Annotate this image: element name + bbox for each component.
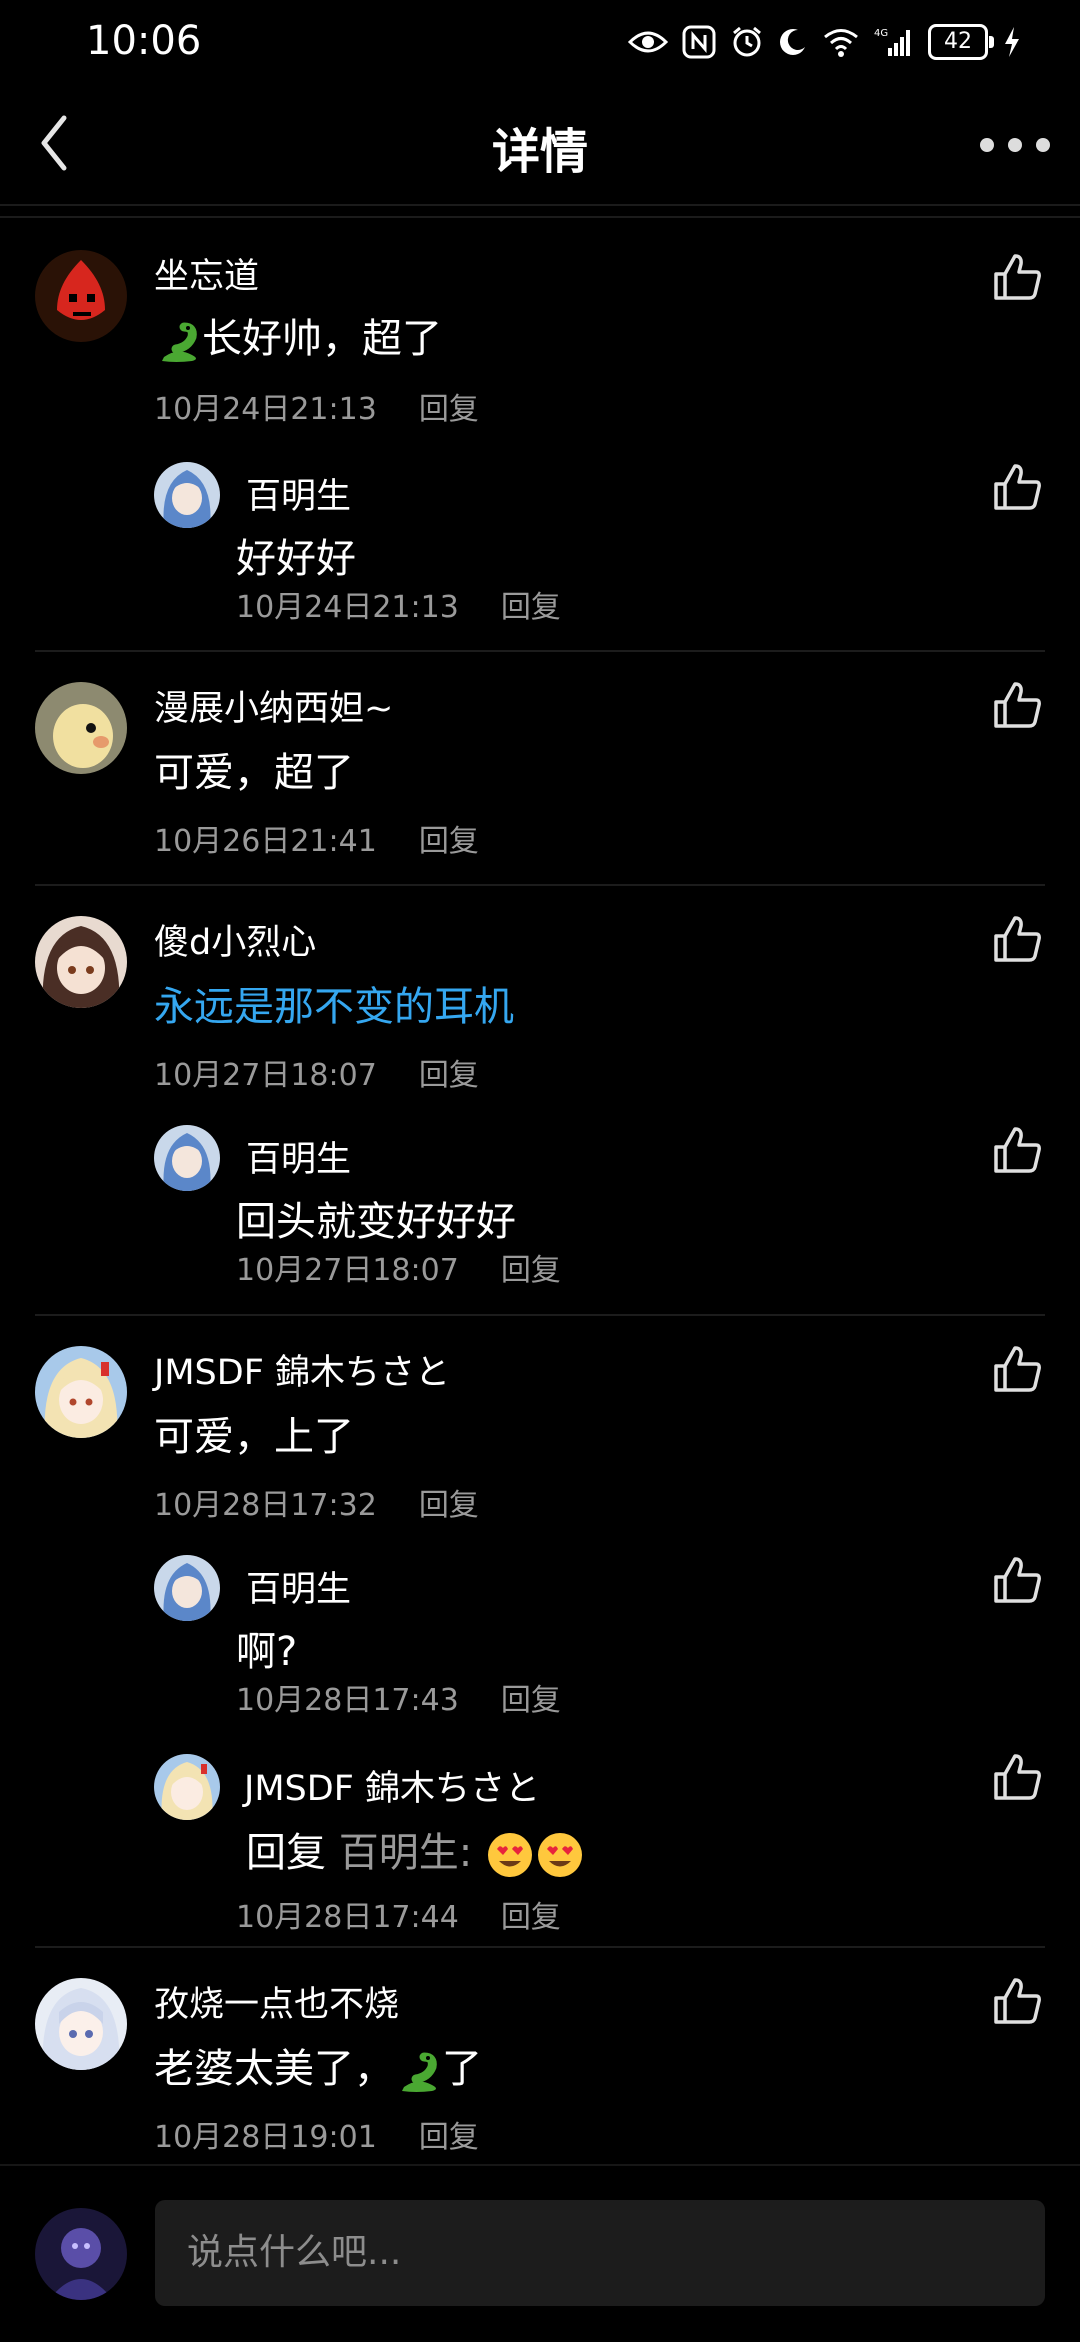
comment-author[interactable]: 百明生 bbox=[246, 468, 351, 519]
more-icon[interactable] bbox=[980, 120, 1050, 170]
divider bbox=[35, 650, 1045, 652]
comment-meta: 10月27日18:07 回复 bbox=[154, 1050, 479, 1094]
reply-prefix: 回复 bbox=[246, 1830, 326, 1876]
avatar[interactable] bbox=[35, 1346, 127, 1438]
comment-author[interactable]: 傻d小烈心 bbox=[154, 914, 316, 965]
signal-icon: 4G bbox=[874, 28, 910, 56]
comment-author[interactable]: 孜烧一点也不烧 bbox=[154, 1976, 399, 2027]
status-bar: 10:06 4G 42 bbox=[0, 0, 1080, 84]
snake-emoji bbox=[402, 2052, 437, 2092]
like-icon[interactable] bbox=[990, 250, 1044, 304]
avatar[interactable] bbox=[35, 682, 127, 774]
comment-meta: 10月24日21:13 回复 bbox=[236, 582, 561, 626]
reply-button[interactable]: 回复 bbox=[419, 1058, 479, 1093]
comment-text-a: 老婆太美了， bbox=[154, 2046, 394, 2092]
my-avatar[interactable] bbox=[35, 2208, 127, 2300]
avatar[interactable] bbox=[154, 1125, 220, 1191]
comment-meta: 10月26日21:41 回复 bbox=[154, 816, 479, 860]
comment-date: 10月26日21:41 bbox=[154, 824, 377, 859]
like-icon[interactable] bbox=[990, 1750, 1044, 1804]
nav-bar: 详情 bbox=[0, 84, 1080, 206]
comment-meta: 10月24日21:13 回复 bbox=[154, 384, 479, 428]
divider bbox=[35, 1946, 1045, 1948]
comment-text-body: 长好帅，超了 bbox=[202, 316, 442, 362]
comment-author[interactable]: 百明生 bbox=[246, 1131, 351, 1182]
comment-date: 10月24日21:13 bbox=[236, 590, 459, 625]
comment-meta: 10月28日17:43 回复 bbox=[236, 1675, 561, 1719]
like-icon[interactable] bbox=[990, 1974, 1044, 2028]
divider bbox=[35, 1314, 1045, 1316]
comment-text: 可爱，超了 bbox=[154, 750, 354, 796]
charging-icon bbox=[1005, 27, 1019, 57]
comment-meta: 10月28日17:44 回复 bbox=[236, 1892, 561, 1936]
page-title: 详情 bbox=[491, 124, 588, 180]
comment-author[interactable]: 漫展小纳西妲~ bbox=[154, 680, 393, 731]
comment-date: 10月28日17:43 bbox=[236, 1683, 459, 1718]
status-icons: 4G 42 bbox=[628, 20, 1022, 64]
comment-text[interactable]: 永远是那不变的耳机 bbox=[154, 974, 514, 1032]
comment-list: 坐忘道 长好帅，超了 10月24日21:13 回复 百明生 好好好 10月24日2… bbox=[0, 216, 1080, 2164]
comment-author[interactable]: JMSDF 錦木ちさと bbox=[154, 1344, 450, 1395]
avatar[interactable] bbox=[154, 1555, 220, 1621]
comment-text: 回头就变好好好 bbox=[236, 1199, 516, 1245]
avatar[interactable] bbox=[35, 250, 127, 342]
divider bbox=[0, 216, 1080, 218]
comment-text: 回复 百明生: bbox=[246, 1820, 585, 1880]
heart-eyes-emoji bbox=[487, 1833, 532, 1877]
comment-author[interactable]: 坐忘道 bbox=[154, 248, 259, 299]
avatar[interactable] bbox=[35, 1978, 127, 2070]
comment-author[interactable]: JMSDF 錦木ちさと bbox=[244, 1760, 540, 1811]
snake-emoji bbox=[162, 322, 197, 362]
wifi-icon bbox=[824, 29, 858, 57]
like-icon[interactable] bbox=[990, 678, 1044, 732]
like-icon[interactable] bbox=[990, 1553, 1044, 1607]
avatar[interactable] bbox=[154, 462, 220, 528]
reply-button[interactable]: 回复 bbox=[501, 1900, 561, 1935]
comment-text: 好好好 bbox=[236, 536, 356, 582]
comment-text: 啊? bbox=[236, 1629, 298, 1675]
comment-text: 可爱，上了 bbox=[154, 1414, 354, 1460]
comment-meta: 10月28日19:01 回复 bbox=[154, 2112, 479, 2156]
comment-date: 10月28日19:01 bbox=[154, 2120, 377, 2155]
status-time: 10:06 bbox=[86, 18, 202, 64]
reply-button[interactable]: 回复 bbox=[419, 2120, 479, 2155]
avatar[interactable] bbox=[154, 1754, 220, 1820]
comment-text: 长好帅，超了 bbox=[154, 306, 442, 365]
reply-button[interactable]: 回复 bbox=[419, 392, 479, 427]
comment-input[interactable]: 说点什么吧... bbox=[155, 2200, 1045, 2306]
like-icon[interactable] bbox=[990, 1342, 1044, 1396]
like-icon[interactable] bbox=[990, 1123, 1044, 1177]
alarm-icon bbox=[733, 26, 761, 57]
comment-text: 老婆太美了， 了 bbox=[154, 2036, 482, 2095]
comment-text-b: 了 bbox=[442, 2046, 482, 2092]
svg-text:4G: 4G bbox=[874, 28, 888, 39]
moon-icon bbox=[780, 29, 805, 55]
like-icon[interactable] bbox=[990, 912, 1044, 966]
nfc-icon bbox=[682, 25, 716, 59]
comment-author[interactable]: 百明生 bbox=[246, 1561, 351, 1612]
reply-button[interactable]: 回复 bbox=[419, 1488, 479, 1523]
battery-icon: 42 bbox=[928, 24, 994, 60]
comment-date: 10月28日17:44 bbox=[236, 1900, 459, 1935]
comment-date: 10月27日18:07 bbox=[154, 1058, 377, 1093]
comment-date: 10月24日21:13 bbox=[154, 392, 377, 427]
comment-date: 10月27日18:07 bbox=[236, 1253, 459, 1288]
heart-eyes-emoji bbox=[537, 1833, 582, 1877]
reply-button[interactable]: 回复 bbox=[501, 1683, 561, 1718]
like-icon[interactable] bbox=[990, 460, 1044, 514]
reply-target[interactable]: 百明生: bbox=[339, 1830, 472, 1876]
comment-date: 10月28日17:32 bbox=[154, 1488, 377, 1523]
reply-button[interactable]: 回复 bbox=[501, 1253, 561, 1288]
reply-button[interactable]: 回复 bbox=[501, 590, 561, 625]
comment-input-bar: 说点什么吧... bbox=[0, 2164, 1080, 2342]
avatar[interactable] bbox=[35, 916, 127, 1008]
divider bbox=[35, 884, 1045, 886]
eye-icon bbox=[628, 31, 668, 53]
comment-meta: 10月28日17:32 回复 bbox=[154, 1480, 479, 1524]
comment-meta: 10月27日18:07 回复 bbox=[236, 1245, 561, 1289]
reply-button[interactable]: 回复 bbox=[419, 824, 479, 859]
